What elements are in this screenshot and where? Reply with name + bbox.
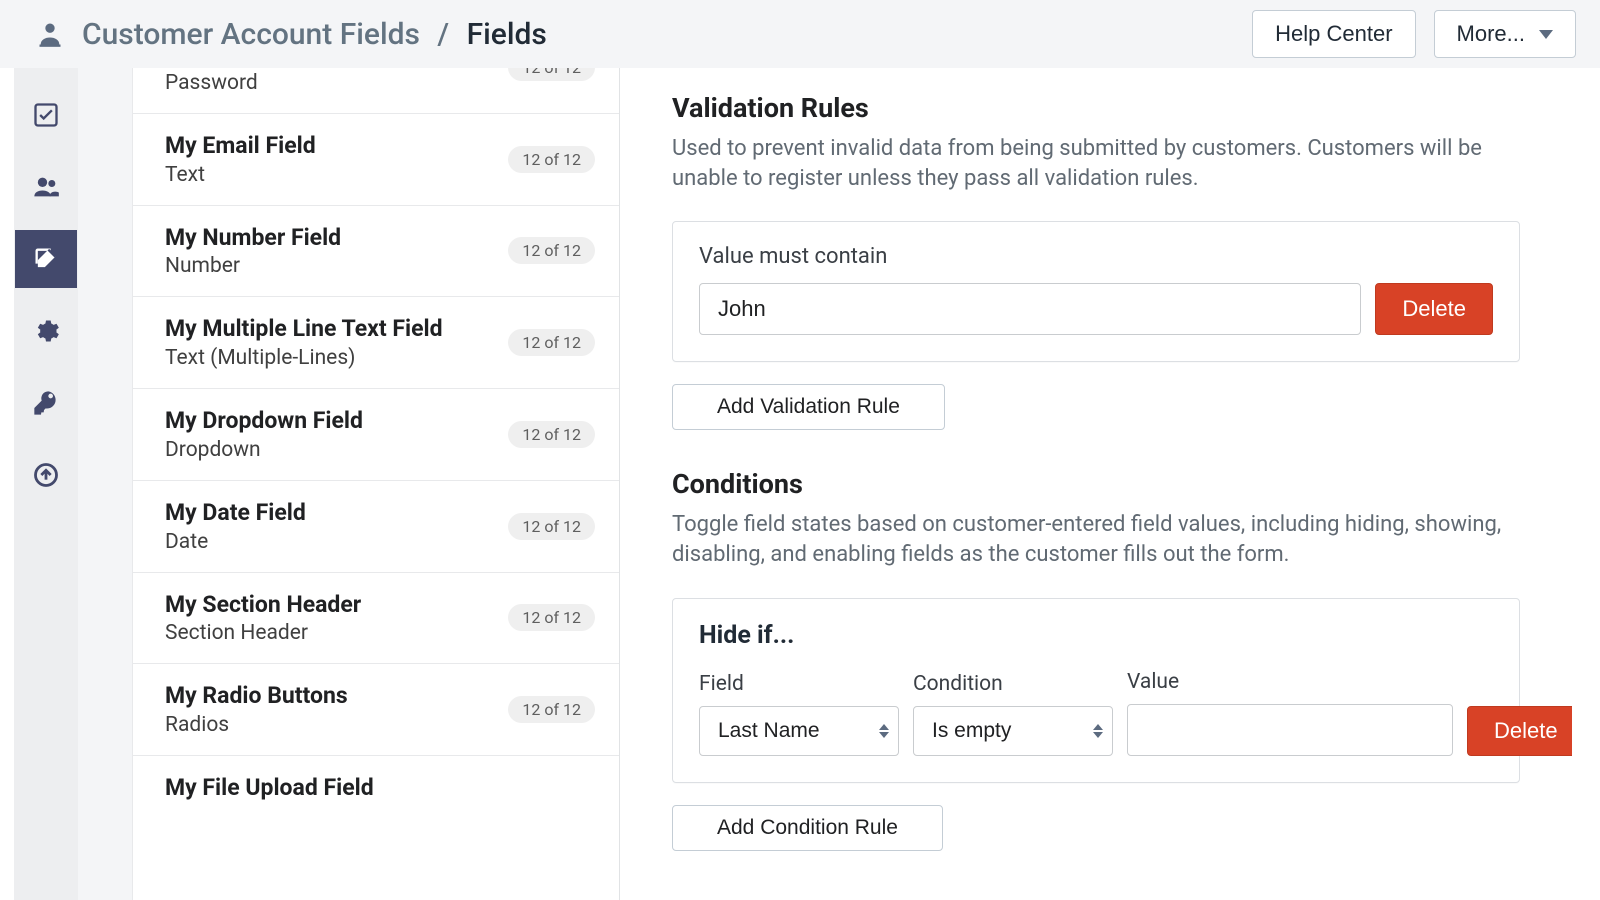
list-item[interactable]: My Multiple Line Text Field Text (Multip… bbox=[133, 297, 619, 389]
field-name: My Email Field bbox=[165, 132, 508, 161]
list-item[interactable]: My Dropdown Field Dropdown 12 of 12 bbox=[133, 389, 619, 481]
list-item[interactable]: Password Password 12 of 12 bbox=[133, 68, 619, 114]
field-name: My Date Field bbox=[165, 499, 508, 528]
field-name: Password bbox=[165, 68, 508, 69]
condition-value-input[interactable] bbox=[1127, 704, 1453, 756]
conditions-title: Conditions bbox=[672, 468, 1520, 500]
usage-badge: 12 of 12 bbox=[508, 237, 595, 264]
usage-badge: 12 of 12 bbox=[508, 329, 595, 356]
field-name: My Section Header bbox=[165, 591, 508, 620]
chevron-down-icon bbox=[1539, 30, 1553, 39]
list-item[interactable]: My File Upload Field bbox=[133, 756, 619, 823]
main-content: Validation Rules Used to prevent invalid… bbox=[620, 68, 1572, 900]
rail-item-keys[interactable] bbox=[15, 374, 77, 432]
breadcrumb-separator: / bbox=[437, 17, 449, 52]
field-type: Text (Multiple-Lines) bbox=[165, 346, 508, 370]
condition-col-field-label: Field bbox=[699, 672, 899, 696]
list-item[interactable]: My Section Header Section Header 12 of 1… bbox=[133, 573, 619, 665]
person-icon bbox=[36, 20, 64, 48]
field-type: Section Header bbox=[165, 621, 508, 645]
usage-badge: 12 of 12 bbox=[508, 146, 595, 173]
condition-hide-title: Hide if... bbox=[699, 621, 1493, 650]
fields-list-panel: Password Password 12 of 12 My Email Fiel… bbox=[132, 68, 620, 900]
field-type: Radios bbox=[165, 713, 508, 737]
validation-desc: Used to prevent invalid data from being … bbox=[672, 134, 1520, 193]
rail-item-settings[interactable] bbox=[15, 302, 77, 360]
field-name: My Number Field bbox=[165, 224, 508, 253]
field-name: My Radio Buttons bbox=[165, 682, 508, 711]
field-type: Text bbox=[165, 163, 508, 187]
more-button[interactable]: More... bbox=[1434, 10, 1576, 58]
topbar: Customer Account Fields / Fields Help Ce… bbox=[0, 0, 1600, 68]
conditions-desc: Toggle field states based on customer-en… bbox=[672, 510, 1520, 569]
field-type: Password bbox=[165, 71, 508, 95]
validation-rule-card: Value must contain Delete bbox=[672, 221, 1520, 362]
rail-item-approvals[interactable] bbox=[15, 86, 77, 144]
usage-badge: 12 of 12 bbox=[508, 68, 595, 81]
field-type: Date bbox=[165, 530, 508, 554]
field-type: Dropdown bbox=[165, 438, 508, 462]
topbar-right: Help Center More... bbox=[1252, 10, 1576, 58]
breadcrumb-current: Fields bbox=[467, 17, 547, 52]
add-validation-rule-button[interactable]: Add Validation Rule bbox=[672, 384, 945, 430]
delete-condition-rule-button[interactable]: Delete bbox=[1467, 706, 1572, 756]
help-center-button[interactable]: Help Center bbox=[1252, 10, 1415, 58]
field-type: Number bbox=[165, 254, 508, 278]
condition-col-value-label: Value bbox=[1127, 670, 1453, 694]
delete-validation-rule-button[interactable]: Delete bbox=[1375, 283, 1493, 335]
add-condition-rule-button[interactable]: Add Condition Rule bbox=[672, 805, 943, 851]
field-name: My Dropdown Field bbox=[165, 407, 508, 436]
validation-section: Validation Rules Used to prevent invalid… bbox=[672, 92, 1520, 430]
field-name: My File Upload Field bbox=[165, 774, 595, 803]
conditions-section: Conditions Toggle field states based on … bbox=[672, 468, 1520, 850]
condition-rule-card: Hide if... Field Condition bbox=[672, 598, 1520, 783]
breadcrumb: Customer Account Fields / Fields bbox=[82, 17, 547, 52]
validation-rule-label: Value must contain bbox=[699, 244, 1493, 269]
condition-col-condition-label: Condition bbox=[913, 672, 1113, 696]
list-item[interactable]: My Radio Buttons Radios 12 of 12 bbox=[133, 664, 619, 756]
validation-rule-input[interactable] bbox=[699, 283, 1361, 335]
rail-item-upload[interactable] bbox=[15, 446, 77, 504]
condition-operator-select[interactable] bbox=[913, 706, 1113, 756]
usage-badge: 12 of 12 bbox=[508, 421, 595, 448]
field-name: My Multiple Line Text Field bbox=[165, 315, 508, 344]
condition-field-select[interactable] bbox=[699, 706, 899, 756]
usage-badge: 12 of 12 bbox=[508, 696, 595, 723]
layout: Password Password 12 of 12 My Email Fiel… bbox=[0, 68, 1600, 900]
usage-badge: 12 of 12 bbox=[508, 513, 595, 540]
help-center-label: Help Center bbox=[1275, 21, 1392, 47]
list-item[interactable]: My Number Field Number 12 of 12 bbox=[133, 206, 619, 298]
list-item[interactable]: My Date Field Date 12 of 12 bbox=[133, 481, 619, 573]
nav-rail bbox=[0, 68, 78, 900]
more-label: More... bbox=[1457, 21, 1525, 47]
usage-badge: 12 of 12 bbox=[508, 604, 595, 631]
topbar-left: Customer Account Fields / Fields bbox=[36, 17, 547, 52]
rail-item-customers[interactable] bbox=[15, 158, 77, 216]
rail-item-fields[interactable] bbox=[15, 230, 77, 288]
breadcrumb-app[interactable]: Customer Account Fields bbox=[82, 17, 420, 52]
list-item[interactable]: My Email Field Text 12 of 12 bbox=[133, 114, 619, 206]
validation-title: Validation Rules bbox=[672, 92, 1520, 124]
right-edge bbox=[1572, 68, 1600, 900]
